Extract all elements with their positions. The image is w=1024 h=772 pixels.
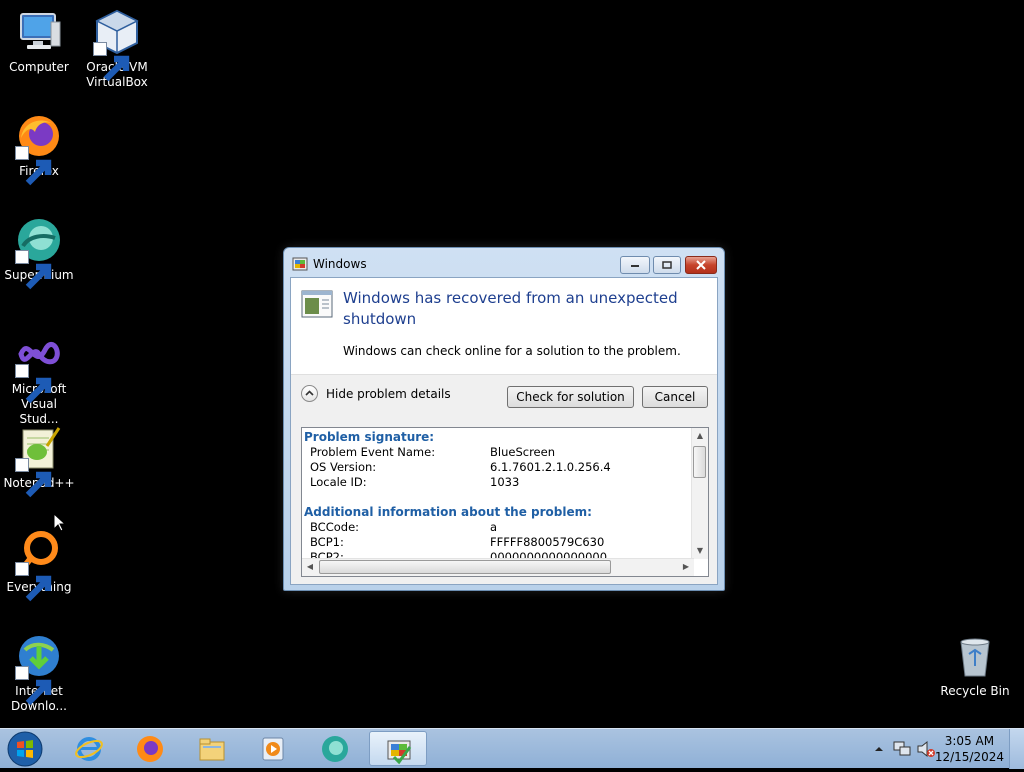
show-hidden-icons-icon[interactable] (874, 744, 884, 754)
horizontal-scrollbar[interactable]: ◀ ▶ (302, 558, 694, 576)
clock[interactable]: 3:05 AM 12/15/2024 (935, 733, 1004, 765)
desktop-icon-computer[interactable]: Computer (0, 8, 78, 75)
detail-row: OS Version: 6.1.7601.2.1.0.256.4 (304, 460, 690, 475)
virtualbox-icon (93, 8, 141, 82)
firefox-icon (15, 112, 63, 186)
detail-value: 6.1.7601.2.1.0.256.4 (490, 460, 611, 474)
detail-value: a (490, 520, 498, 534)
detail-key: Locale ID: (310, 475, 367, 489)
main-instruction: Windows has recovered from an unexpected… (343, 289, 678, 328)
desktop-icon-label: Computer (9, 60, 69, 74)
additional-info-heading: Additional information about the problem… (304, 505, 592, 519)
network-icon[interactable] (892, 739, 912, 759)
taskbar-supermium[interactable] (306, 731, 364, 766)
vertical-scrollbar[interactable]: ▲ ▼ (691, 428, 708, 559)
mouse-pointer-icon (54, 514, 66, 532)
windows-error-report-icon (292, 257, 308, 271)
problem-report-icon (301, 290, 333, 318)
desktop-icon-notepadpp[interactable]: Notepad++ (0, 424, 78, 498)
shortcut-arrow-icon (15, 562, 52, 602)
taskbar-file-explorer[interactable] (183, 731, 241, 766)
media-player-icon (262, 737, 284, 761)
recycle-bin-icon (951, 632, 999, 680)
shortcut-arrow-icon (15, 364, 52, 404)
error-report-icon (387, 740, 412, 765)
supermium-icon (322, 736, 348, 762)
system-tray: 3:05 AM 12/15/2024 (864, 729, 1024, 769)
file-explorer-icon (199, 738, 225, 761)
taskbar-internet-explorer[interactable] (60, 731, 118, 766)
maximize-button[interactable] (653, 256, 681, 274)
desktop-icon-supermium[interactable]: Supermium (0, 216, 78, 290)
computer-icon (15, 8, 63, 56)
dialog-titlebar[interactable]: Windows (284, 248, 724, 278)
desktop-icon-label: Recycle Bin (940, 684, 1010, 698)
scroll-left-icon[interactable]: ◀ (303, 560, 317, 574)
problem-signature-heading: Problem signature: (304, 430, 435, 444)
cancel-button[interactable]: Cancel (642, 386, 708, 408)
desktop-icon-virtualbox[interactable]: Oracle VM VirtualBox (78, 8, 156, 90)
taskbar-media-player[interactable] (244, 731, 302, 766)
taskbar-error-report[interactable] (369, 731, 427, 766)
minimize-button[interactable] (620, 256, 650, 274)
minimize-icon (631, 265, 639, 267)
problem-report-dialog: Windows Windows has recovered from an un… (283, 247, 725, 591)
desktop-icon-recycle-bin[interactable]: Recycle Bin (936, 632, 1014, 699)
everything-icon (15, 528, 63, 602)
internet-explorer-icon (75, 737, 103, 761)
close-icon (696, 260, 706, 270)
taskbar-firefox[interactable] (121, 731, 179, 766)
horizontal-scroll-thumb[interactable] (319, 560, 611, 574)
detail-row: Locale ID: 1033 (304, 475, 690, 490)
chevron-up-icon (301, 385, 318, 402)
desktop-icon-internet-download-manager[interactable]: Internet Downlo... (0, 632, 78, 714)
detail-key: BCP1: (310, 535, 344, 549)
clock-date: 12/15/2024 (934, 750, 1004, 764)
supermium-icon (15, 216, 63, 290)
scroll-down-icon[interactable]: ▼ (693, 544, 707, 558)
desktop-icon-firefox[interactable]: Firefox (0, 112, 78, 186)
problem-details-box[interactable]: Problem signature: Problem Event Name: Bl… (301, 427, 709, 577)
check-for-solution-button[interactable]: Check for solution (507, 386, 634, 408)
firefox-icon (137, 736, 163, 762)
shortcut-arrow-icon (15, 666, 52, 706)
shortcut-arrow-icon (15, 146, 52, 186)
dialog-title: Windows (313, 257, 367, 271)
visual-studio-icon (15, 330, 63, 404)
scroll-right-icon[interactable]: ▶ (679, 560, 693, 574)
shortcut-arrow-icon (15, 458, 52, 498)
vertical-scroll-thumb[interactable] (693, 446, 706, 478)
maximize-icon (662, 261, 672, 269)
detail-key: OS Version: (310, 460, 377, 474)
shortcut-arrow-icon (15, 250, 52, 290)
show-desktop-button[interactable] (1009, 729, 1024, 769)
windows-logo-icon (7, 731, 43, 767)
detail-row: BCCode: a (304, 520, 690, 535)
detail-key: BCCode: (310, 520, 360, 534)
detail-row: BCP1: FFFFF8800579C630 (304, 535, 690, 550)
notepadpp-icon (15, 424, 63, 498)
dialog-footer: Hide problem details Check for solution … (291, 374, 717, 584)
scroll-up-icon[interactable]: ▲ (693, 429, 707, 443)
desktop-icon-visual-studio[interactable]: Microsoft Visual Stud... (0, 330, 78, 427)
problem-details-content: Problem signature: Problem Event Name: Bl… (304, 430, 690, 565)
detail-key: Problem Event Name: (310, 445, 436, 459)
hide-details-toggle[interactable]: Hide problem details (301, 385, 451, 402)
hide-details-label: Hide problem details (326, 386, 451, 401)
detail-value: 1033 (490, 475, 520, 489)
dialog-header: Windows has recovered from an unexpected… (291, 278, 717, 374)
detail-value: FFFFF8800579C630 (490, 535, 605, 549)
dialog-client-area: Windows has recovered from an unexpected… (290, 277, 718, 585)
shortcut-arrow-icon (93, 42, 130, 82)
taskbar: 3:05 AM 12/15/2024 (0, 728, 1024, 769)
detail-value: BlueScreen (490, 445, 555, 459)
volume-muted-icon[interactable] (916, 739, 936, 759)
sub-instruction: Windows can check online for a solution … (343, 344, 681, 358)
start-button[interactable] (6, 730, 44, 768)
internet-download-manager-icon (15, 632, 63, 706)
clock-time: 3:05 AM (944, 734, 995, 748)
detail-row: Problem Event Name: BlueScreen (304, 445, 690, 460)
desktop-icon-everything[interactable]: Everything (0, 528, 78, 602)
close-button[interactable] (685, 256, 717, 274)
